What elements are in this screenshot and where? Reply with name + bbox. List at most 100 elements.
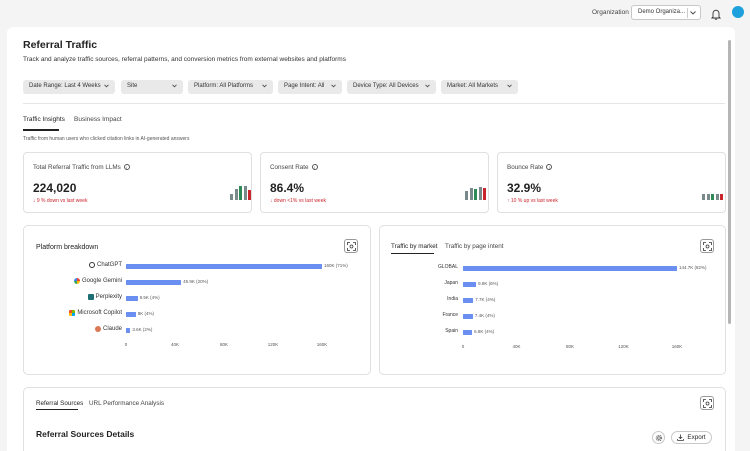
kpi-card-total-referral: Total Referral Traffic from LLMs i 224,02… (23, 152, 252, 213)
microsoft-icon (69, 310, 76, 316)
avatar[interactable] (732, 6, 744, 18)
filter-device-type[interactable]: Device Type: All Devices (347, 80, 436, 94)
page-description: Track and analyze traffic sources, refer… (23, 56, 346, 63)
market-x-tick: 120K (618, 344, 629, 349)
market-bar[interactable] (463, 281, 477, 287)
referral-sources-panel: Referral Sources URL Performance Analysi… (23, 387, 726, 451)
kpi-label: Bounce Rate i (507, 164, 553, 171)
market-x-tick: 0 (461, 344, 465, 349)
bar-label-france: France (442, 312, 458, 318)
kpi-delta: ↑ 10 % up vs last week (507, 198, 558, 204)
info-icon[interactable]: i (123, 164, 130, 170)
bell-icon[interactable] (710, 7, 722, 20)
download-icon (677, 434, 685, 441)
platform-x-tick: 120K (267, 342, 279, 347)
filter-label: Platform: All Platforms (194, 83, 254, 89)
active-tab-indicator (36, 409, 78, 411)
chevron-down-icon (425, 84, 430, 90)
chevron-down-icon (687, 8, 698, 18)
platform-bar[interactable] (126, 263, 322, 269)
tab-traffic-by-market[interactable]: Traffic by market (391, 243, 438, 250)
market-x-tick: 80K (565, 344, 575, 349)
bar-label-copilot: Microsoft Copilot (40, 310, 122, 318)
focus-icon[interactable] (700, 239, 714, 253)
filter-site[interactable]: Site (121, 80, 183, 94)
focus-icon[interactable] (700, 396, 714, 410)
panel-title: Platform breakdown (36, 244, 99, 251)
sparkline-bars (702, 194, 723, 200)
market-bar[interactable] (463, 313, 473, 319)
market-bar[interactable] (463, 329, 473, 335)
kpi-delta: ↓ down <1% vs last week (270, 198, 326, 204)
platform-value-label: 160K (71%) (324, 263, 348, 268)
market-bar[interactable] (463, 297, 474, 303)
bar-label-claude: Claude (40, 326, 122, 334)
chevron-down-icon (172, 84, 177, 90)
kpi-delta: ↓ 9 % down vs last week (33, 198, 88, 204)
kpi-value: 224,020 (33, 181, 77, 195)
active-tab-indicator (23, 129, 59, 131)
org-select-value: Demo Organiza... (638, 9, 686, 15)
kpi-value: 86.4% (270, 181, 305, 195)
filter-label: Page Intent: All (284, 83, 325, 89)
market-x-tick: 160K (671, 344, 683, 349)
export-button[interactable]: Export (671, 431, 712, 444)
section-title: Referral Sources Details (36, 429, 135, 439)
platform-x-tick: 0 (124, 342, 128, 347)
kpi-card-bounce-rate: Bounce Rate i 32.9% ↑ 10 % up vs last wee… (497, 152, 726, 213)
filter-label: Date Range: Last 4 Weeks (29, 83, 101, 89)
filter-page-intent[interactable]: Page Intent: All (278, 80, 342, 94)
tab-traffic-insights[interactable]: Traffic Insights (23, 116, 65, 123)
org-label: Organization (592, 9, 629, 16)
focus-icon[interactable] (344, 239, 358, 253)
page-title: Referral Traffic (23, 39, 98, 51)
platform-bar[interactable] (126, 327, 131, 333)
kpi-card-consent-rate: Consent Rate i 86.4% ↓ down <1% vs last w… (260, 152, 489, 213)
active-tab-indicator (391, 253, 434, 255)
bar-label-perplexity: Perplexity (40, 294, 122, 302)
filter-platform[interactable]: Platform: All Platforms (188, 80, 273, 94)
tab-traffic-by-page-intent[interactable]: Traffic by page intent (445, 243, 503, 250)
platform-bar[interactable] (126, 295, 138, 301)
filter-label: Market: All Markets (447, 83, 499, 89)
chevron-down-icon (331, 84, 336, 90)
org-select[interactable]: Demo Organiza... (631, 5, 701, 20)
top-bar: Organization Demo Organiza... (0, 0, 750, 26)
chatgpt-icon (88, 262, 95, 268)
platform-value-label: 45.9K (20%) (183, 279, 209, 284)
info-icon[interactable]: i (311, 164, 318, 170)
platform-value-label: 9.5K (4%) (139, 295, 160, 300)
market-bar[interactable] (463, 265, 677, 271)
info-icon[interactable]: i (546, 164, 553, 170)
bar-label-india: India (447, 296, 458, 302)
kpi-label: Total Referral Traffic from LLMs i (33, 164, 130, 171)
platform-bar[interactable] (126, 279, 182, 285)
chevron-down-icon (507, 84, 512, 90)
kpi-label: Consent Rate i (270, 164, 318, 171)
filter-label: Device Type: All Devices (353, 83, 419, 89)
platform-value-label: 3.6K (2%) (132, 327, 153, 332)
google-icon (73, 278, 80, 284)
filter-date-range[interactable]: Date Range: Last 4 Weeks (23, 80, 115, 94)
market-value-label: 144.7K (82%) (679, 265, 707, 270)
tab-referral-sources[interactable]: Referral Sources (36, 400, 83, 407)
market-x-tick: 40K (512, 344, 521, 349)
market-value-label: 7.7K (4%) (475, 297, 496, 302)
tab-business-impact[interactable]: Business Impact (74, 116, 122, 123)
scrollbar[interactable] (728, 40, 731, 324)
filter-market[interactable]: Market: All Markets (441, 80, 518, 94)
bar-label-global: GLOBAL (437, 264, 458, 270)
bar-label-chatgpt: ChatGPT (40, 262, 122, 270)
tab-url-performance[interactable]: URL Performance Analysis (89, 400, 164, 407)
gear-icon[interactable] (652, 431, 665, 444)
market-value-label: 9.8K (6%) (478, 281, 499, 286)
filter-label: Site (127, 83, 138, 89)
platform-value-label: 8K (4%) (137, 311, 155, 316)
market-value-label: 6.8K (4%) (474, 329, 495, 334)
bar-label-japan: Japan (444, 280, 458, 286)
platform-x-tick: 160K (316, 342, 328, 347)
platform-x-tick: 80K (219, 342, 229, 347)
kpi-value: 32.9% (507, 181, 542, 195)
platform-bar[interactable] (126, 311, 136, 317)
tabs-hint: Traffic from human users who clicked cit… (23, 136, 190, 142)
